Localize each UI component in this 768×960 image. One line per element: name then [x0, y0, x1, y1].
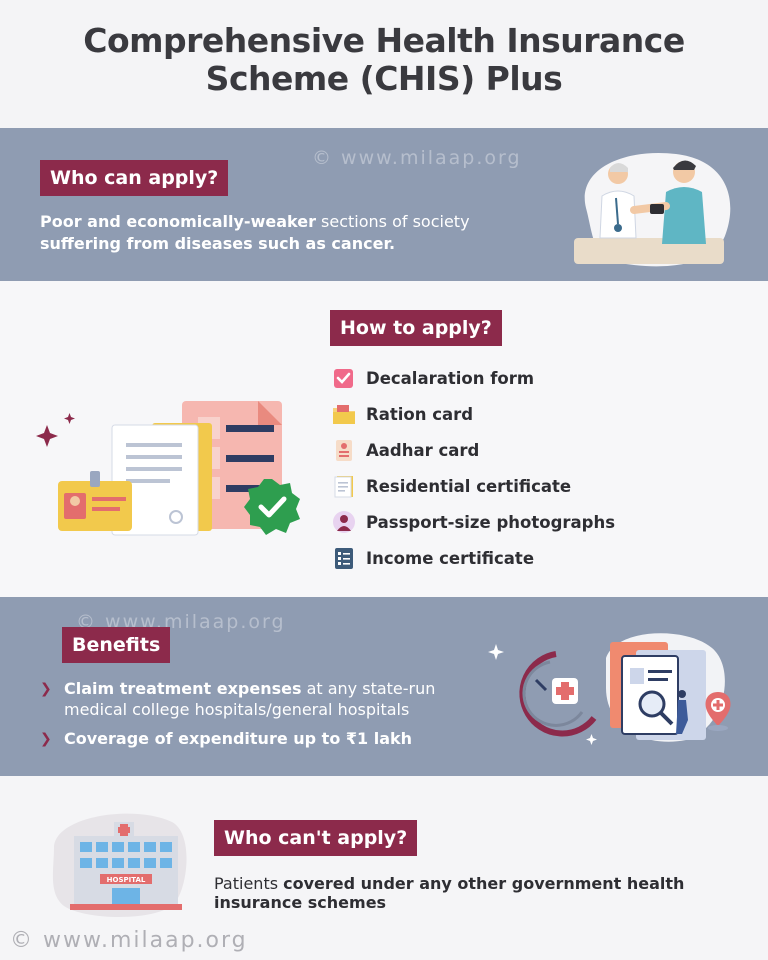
title-line-1: Comprehensive Health Insurance: [83, 21, 685, 60]
who-cant-apply-normal: Patients: [214, 874, 284, 893]
hospital-sign: HOSPITAL: [107, 876, 146, 884]
list-item: Ration card: [332, 396, 732, 432]
chevron-right-icon: ❯: [40, 681, 52, 697]
document-icon: [334, 476, 353, 498]
benefits-heading: Benefits: [62, 627, 171, 663]
benefit-1-bold: Claim treatment expenses: [64, 679, 302, 698]
benefits-list: ❯ Claim treatment expenses at any state-…: [40, 678, 510, 758]
who-cant-apply-text: Patients covered under any other governm…: [214, 874, 744, 912]
documents-illustration: [36, 401, 300, 536]
list-item: Passport-size photographs: [332, 504, 732, 540]
benefit-1-rest: at any state-run: [301, 679, 436, 698]
chevron-right-icon: ❯: [40, 731, 52, 747]
doc-label: Residential certificate: [366, 476, 572, 496]
watermark: © www.milaap.org: [312, 147, 522, 169]
documents-list: Decalaration form Ration card Aadhar car…: [332, 360, 732, 576]
benefit-2-bold: Coverage of expenditure up to ₹1 lakh: [64, 729, 413, 748]
how-to-apply-heading: How to apply?: [330, 310, 502, 346]
who-can-apply-bold-2: suffering from diseases such as cancer.: [40, 234, 396, 253]
checkbox-icon: [334, 369, 353, 388]
person-photo-icon: [333, 511, 355, 533]
hospital-illustration: HOSPITAL: [52, 813, 187, 917]
who-can-apply-normal-1: sections of society: [315, 212, 470, 231]
list-item: Decalaration form: [332, 360, 732, 396]
who-can-apply-heading: Who can apply?: [40, 160, 229, 196]
doctor-patient-illustration: [574, 152, 731, 267]
doc-label: Ration card: [366, 404, 474, 424]
who-cant-apply-bold-2: insurance schemes: [214, 893, 387, 912]
checklist-icon: [335, 548, 353, 569]
id-card-icon: [336, 440, 352, 461]
doc-label: Passport-size photographs: [366, 512, 616, 532]
page-title: Comprehensive Health Insurance Scheme (C…: [0, 22, 768, 98]
title-line-2: Scheme (CHIS) Plus: [205, 59, 563, 98]
medical-records-illustration: [488, 633, 731, 745]
who-cant-apply-bold-1: covered under any other government healt…: [283, 874, 685, 893]
list-item: ❯ Coverage of expenditure up to ₹1 lakh: [40, 728, 510, 750]
list-item: Aadhar card: [332, 432, 732, 468]
who-cant-apply-heading: Who can't apply?: [214, 820, 418, 856]
list-item: ❯ Claim treatment expenses at any state-…: [40, 678, 510, 720]
who-can-apply-text: Poor and economically-weaker sections of…: [40, 211, 560, 255]
who-can-apply-bold-1: Poor and economically-weaker: [40, 212, 316, 231]
doc-label: Decalaration form: [366, 368, 535, 388]
benefit-1-line-2: medical college hospitals/general hospit…: [64, 700, 410, 719]
doc-label: Aadhar card: [366, 440, 480, 460]
doc-label: Income certificate: [366, 548, 535, 568]
list-item: Income certificate: [332, 540, 732, 576]
watermark: © www.milaap.org: [10, 928, 248, 953]
list-item: Residential certificate: [332, 468, 732, 504]
folder-icon: [333, 405, 355, 424]
